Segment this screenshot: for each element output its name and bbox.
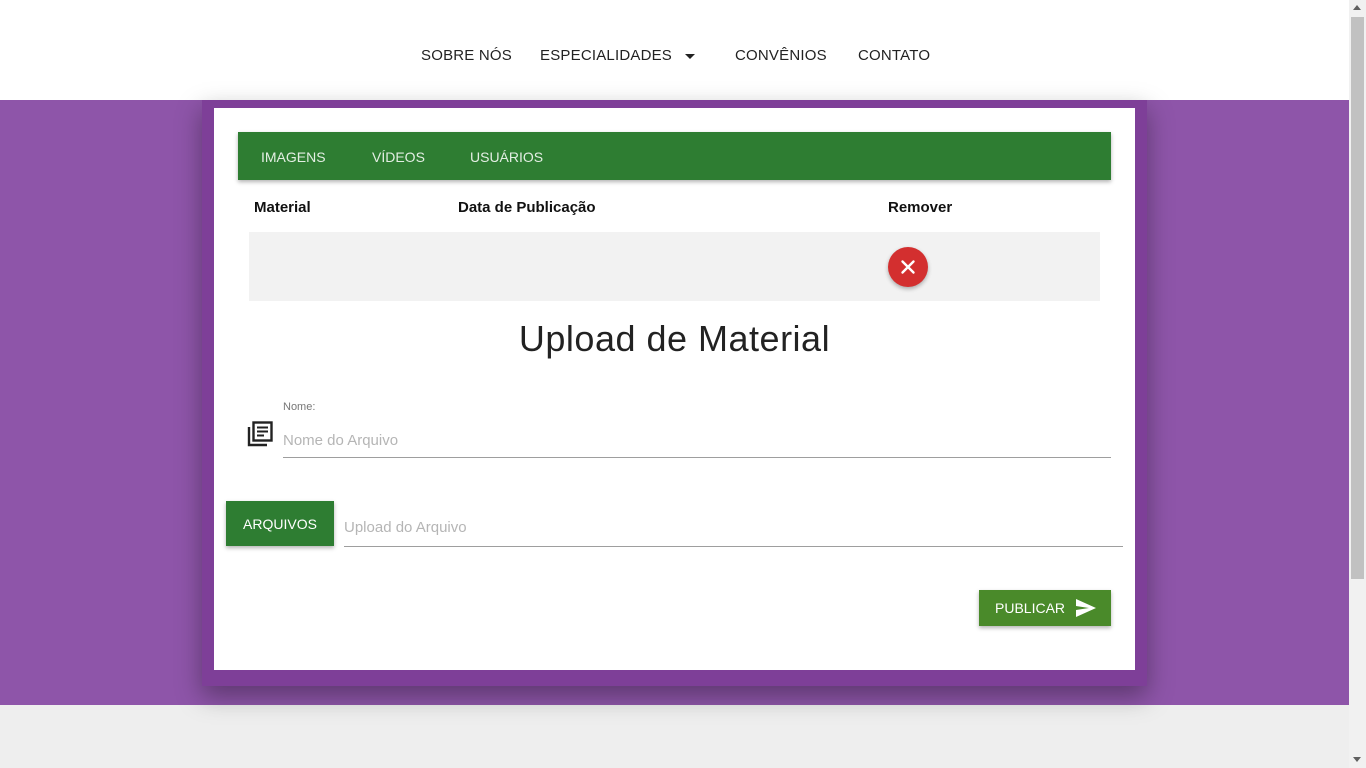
file-path-input[interactable] [344,508,1123,547]
caret-down-icon[interactable] [685,54,695,59]
page-scrollbar[interactable] [1349,0,1366,768]
remove-button[interactable] [888,247,928,287]
scroll-up-arrow-icon[interactable] [1353,5,1361,10]
scroll-down-arrow-icon[interactable] [1353,757,1361,762]
column-header-date: Data de Publicação [458,199,596,216]
tab-images[interactable]: IMAGENS [261,149,326,165]
tab-users[interactable]: USUÁRIOS [470,149,543,165]
library-books-icon [247,421,273,447]
tab-bar: IMAGENS VÍDEOS USUÁRIOS [238,132,1111,180]
scrollbar-thumb[interactable] [1351,17,1364,579]
send-icon [1076,599,1096,617]
publish-button[interactable]: PUBLICAR [979,590,1111,626]
close-icon [901,260,915,274]
publish-button-label: PUBLICAR [995,600,1066,616]
nav-agreements[interactable]: CONVÊNIOS [735,47,827,64]
nav-specialties[interactable]: ESPECIALIDADES [540,47,672,64]
tab-videos[interactable]: VÍDEOS [372,149,425,165]
file-name-input[interactable] [283,423,1111,458]
top-navigation: SOBRE NÓS ESPECIALIDADES CONVÊNIOS CONTA… [0,0,1349,100]
page-title: Upload de Material [518,318,831,359]
choose-files-button[interactable]: ARQUIVOS [226,501,334,546]
table-row [249,232,1100,301]
column-header-remove: Remover [888,199,953,216]
nav-about[interactable]: SOBRE NÓS [421,47,512,64]
admin-card [214,108,1135,670]
column-header-material: Material [254,199,311,216]
nav-contact[interactable]: CONTATO [858,47,930,64]
name-field-label: Nome: [283,401,316,413]
